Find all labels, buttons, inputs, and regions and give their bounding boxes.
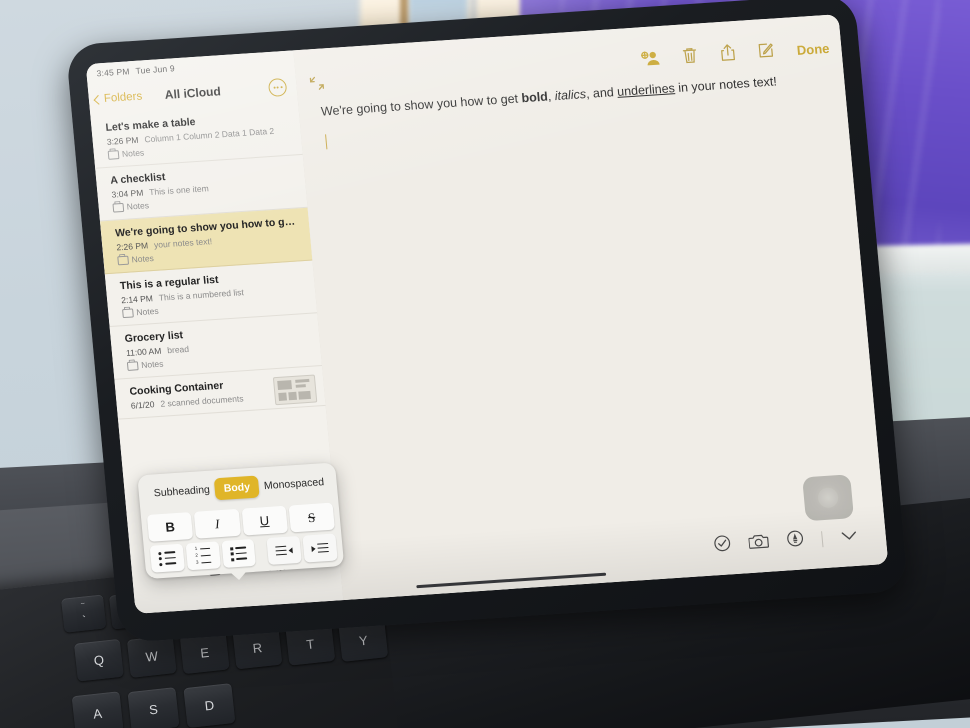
style-option-body[interactable]: Body bbox=[213, 475, 260, 501]
note-text-underline: underlines bbox=[616, 81, 676, 99]
underline-button[interactable]: U bbox=[241, 505, 288, 536]
back-label: Folders bbox=[103, 90, 143, 105]
note-item-time: 2:26 PM bbox=[115, 240, 149, 253]
note-item-time: 6/1/20 bbox=[130, 399, 155, 411]
note-text-bold: bold bbox=[520, 89, 549, 106]
folder-icon bbox=[107, 149, 120, 160]
toolbar-divider bbox=[821, 531, 824, 548]
folder-icon bbox=[122, 307, 134, 318]
note-content-area[interactable]: We're going to show you how to get bold,… bbox=[298, 68, 882, 536]
note-item-preview: 2 scanned documents bbox=[159, 393, 244, 409]
markup-pen-icon[interactable] bbox=[786, 529, 805, 552]
folder-icon bbox=[117, 255, 130, 265]
note-item-folder-label: Notes bbox=[121, 147, 145, 159]
sidebar-clock: 3:45 PM Tue Jun 9 bbox=[96, 63, 175, 78]
key-D[interactable]: D bbox=[183, 683, 236, 728]
scanned-doc-thumbnail bbox=[272, 374, 318, 406]
photo-scene: ~`!1@2#3$4%5^6&7*8(9)0 QWERTY ASD 100% 3… bbox=[0, 0, 970, 728]
note-item-time: 11:00 AM bbox=[125, 345, 162, 358]
note-item-folder-label: Notes bbox=[126, 200, 150, 212]
indent-button[interactable] bbox=[302, 533, 338, 563]
editor-actions: Done bbox=[639, 37, 830, 72]
key-Q[interactable]: Q bbox=[73, 638, 124, 682]
note-editor[interactable]: Done We're going to show you how to get … bbox=[293, 14, 889, 601]
notes-app: 100% 3:45 PMTue Jun 9 Folders All iCloud bbox=[85, 14, 889, 614]
note-item-time: 2:14 PM bbox=[120, 293, 154, 306]
style-option-monospaced[interactable]: Monospaced bbox=[258, 473, 330, 496]
key-A[interactable]: A bbox=[71, 691, 124, 728]
compose-icon[interactable] bbox=[757, 42, 775, 64]
note-item-time: 3:04 PM bbox=[111, 187, 144, 200]
note-text-italic: italics bbox=[554, 87, 587, 104]
key-W[interactable]: W bbox=[126, 634, 177, 678]
note-text-part3: , and bbox=[585, 84, 618, 101]
clock-time: 3:45 PM bbox=[96, 66, 131, 79]
format-popup: Subheading Body Monospaced B I U S 1 2 3 bbox=[137, 462, 345, 580]
style-option-subheading[interactable]: Subheading bbox=[148, 480, 216, 502]
chevron-down-icon[interactable] bbox=[840, 528, 859, 547]
bold-button[interactable]: B bbox=[146, 512, 194, 542]
trash-icon[interactable] bbox=[681, 46, 698, 69]
list-group-gap bbox=[257, 538, 266, 565]
chevron-left-icon bbox=[93, 94, 104, 105]
note-item-preview: bread bbox=[166, 343, 190, 356]
expand-arrows-icon[interactable] bbox=[308, 74, 327, 92]
add-people-icon[interactable] bbox=[639, 49, 660, 71]
camera-icon[interactable] bbox=[748, 532, 770, 554]
note-item-preview: This is one item bbox=[148, 183, 210, 198]
key-S[interactable]: S bbox=[127, 687, 180, 728]
note-item-folder-label: Notes bbox=[140, 358, 164, 371]
italic-button[interactable]: I bbox=[193, 508, 241, 539]
share-icon[interactable] bbox=[719, 43, 736, 67]
dashed-list-button[interactable] bbox=[221, 538, 257, 568]
ipad-screen[interactable]: 100% 3:45 PMTue Jun 9 Folders All iCloud bbox=[85, 14, 889, 614]
folder-icon bbox=[126, 360, 139, 371]
assistive-touch-button[interactable] bbox=[802, 474, 855, 522]
checklist-circle-icon[interactable] bbox=[713, 534, 732, 557]
ipad-device: 100% 3:45 PMTue Jun 9 Folders All iCloud bbox=[65, 0, 909, 643]
note-item-time: 3:26 PM bbox=[106, 134, 139, 147]
back-to-folders-button[interactable]: Folders bbox=[93, 90, 143, 105]
more-circle-icon[interactable] bbox=[267, 77, 288, 98]
bulleted-list-button[interactable] bbox=[149, 543, 185, 573]
clock-date: Tue Jun 9 bbox=[135, 63, 176, 76]
numbered-list-button[interactable]: 1 2 3 bbox=[185, 541, 221, 571]
outdent-button[interactable] bbox=[266, 535, 302, 565]
done-button[interactable]: Done bbox=[796, 41, 830, 58]
note-item-folder-label: Notes bbox=[131, 253, 155, 265]
note-item-preview: your notes text! bbox=[153, 236, 213, 250]
folder-icon bbox=[112, 202, 125, 213]
strikethrough-button[interactable]: S bbox=[288, 502, 335, 533]
note-text-part4: in your notes text! bbox=[674, 74, 778, 96]
note-item-folder-label: Notes bbox=[135, 305, 160, 318]
text-caret bbox=[325, 134, 328, 150]
